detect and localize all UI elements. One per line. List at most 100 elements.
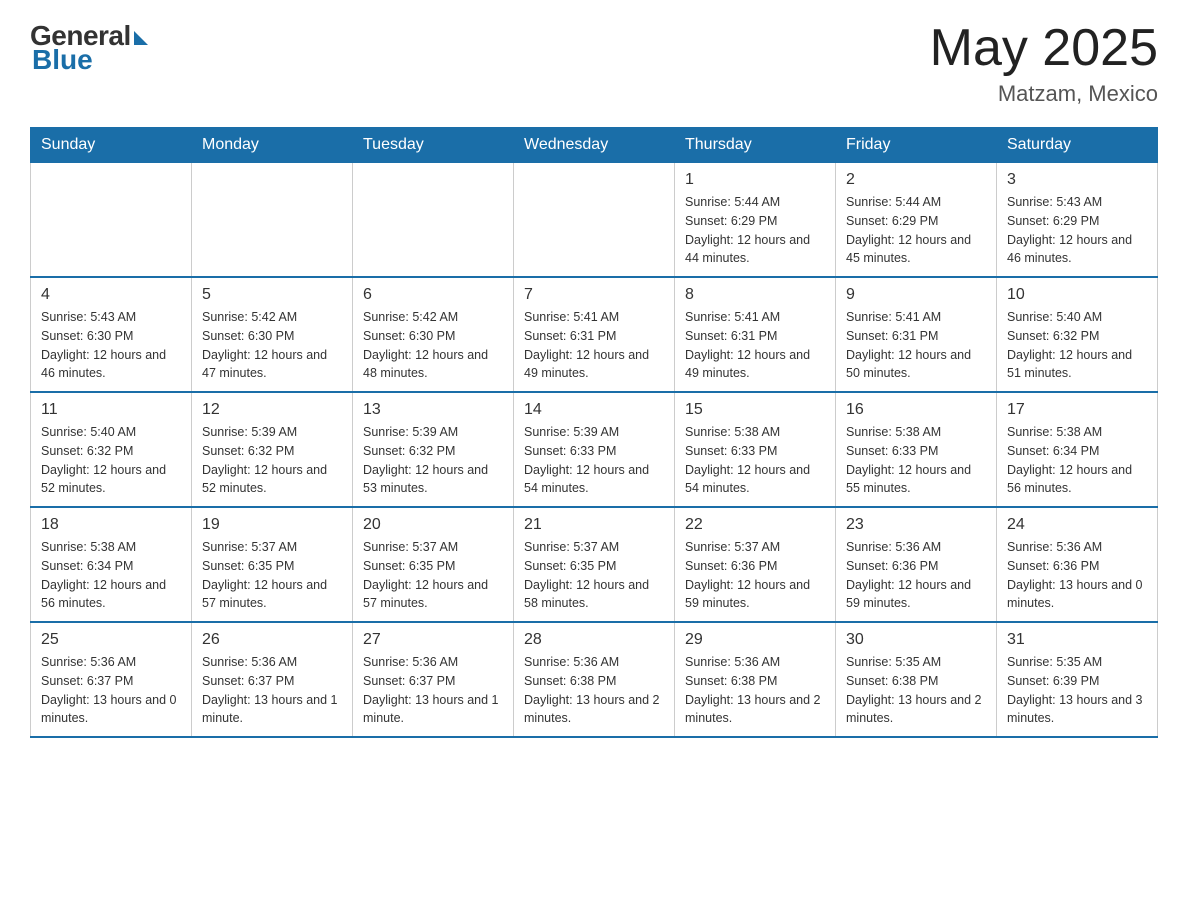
day-number: 7 bbox=[524, 286, 664, 304]
day-info: Sunrise: 5:44 AM Sunset: 6:29 PM Dayligh… bbox=[846, 193, 986, 268]
week-row-5: 25 Sunrise: 5:36 AM Sunset: 6:37 PM Dayli… bbox=[31, 622, 1158, 737]
day-info: Sunrise: 5:42 AM Sunset: 6:30 PM Dayligh… bbox=[202, 308, 342, 383]
day-info: Sunrise: 5:36 AM Sunset: 6:36 PM Dayligh… bbox=[1007, 538, 1147, 613]
day-info: Sunrise: 5:36 AM Sunset: 6:36 PM Dayligh… bbox=[846, 538, 986, 613]
day-number: 26 bbox=[202, 631, 342, 649]
day-number: 5 bbox=[202, 286, 342, 304]
calendar-cell: 7 Sunrise: 5:41 AM Sunset: 6:31 PM Daylig… bbox=[514, 277, 675, 392]
calendar-cell: 27 Sunrise: 5:36 AM Sunset: 6:37 PM Dayli… bbox=[353, 622, 514, 737]
calendar-cell: 29 Sunrise: 5:36 AM Sunset: 6:38 PM Dayli… bbox=[675, 622, 836, 737]
day-number: 1 bbox=[685, 171, 825, 189]
calendar-cell bbox=[192, 163, 353, 278]
logo: General Blue bbox=[30, 20, 148, 76]
calendar-cell: 20Sunrise: 5:37 AM Sunset: 6:35 PM Dayli… bbox=[353, 507, 514, 622]
calendar-cell: 26 Sunrise: 5:36 AM Sunset: 6:37 PM Dayli… bbox=[192, 622, 353, 737]
calendar-cell bbox=[31, 163, 192, 278]
header-sunday: Sunday bbox=[31, 128, 192, 163]
day-info: Sunrise: 5:36 AM Sunset: 6:38 PM Dayligh… bbox=[524, 653, 664, 728]
calendar-cell bbox=[353, 163, 514, 278]
calendar-cell: 3 Sunrise: 5:43 AM Sunset: 6:29 PM Daylig… bbox=[997, 163, 1158, 278]
day-info: Sunrise: 5:35 AM Sunset: 6:38 PM Dayligh… bbox=[846, 653, 986, 728]
calendar-table: SundayMondayTuesdayWednesdayThursdayFrid… bbox=[30, 127, 1158, 738]
calendar-cell: 2 Sunrise: 5:44 AM Sunset: 6:29 PM Daylig… bbox=[836, 163, 997, 278]
day-number: 21 bbox=[524, 516, 664, 534]
day-number: 8 bbox=[685, 286, 825, 304]
calendar-cell: 21 Sunrise: 5:37 AM Sunset: 6:35 PM Dayli… bbox=[514, 507, 675, 622]
day-info: Sunrise: 5:40 AM Sunset: 6:32 PM Dayligh… bbox=[41, 423, 181, 498]
day-info: Sunrise: 5:38 AM Sunset: 6:33 PM Dayligh… bbox=[846, 423, 986, 498]
day-info: Sunrise: 5:41 AM Sunset: 6:31 PM Dayligh… bbox=[685, 308, 825, 383]
day-number: 14 bbox=[524, 401, 664, 419]
day-number: 20 bbox=[363, 516, 503, 534]
page-header: General Blue May 2025 Matzam, Mexico bbox=[30, 20, 1158, 107]
calendar-cell: 25 Sunrise: 5:36 AM Sunset: 6:37 PM Dayli… bbox=[31, 622, 192, 737]
day-info: Sunrise: 5:39 AM Sunset: 6:32 PM Dayligh… bbox=[363, 423, 503, 498]
calendar-header-row: SundayMondayTuesdayWednesdayThursdayFrid… bbox=[31, 128, 1158, 163]
calendar-cell: 16Sunrise: 5:38 AM Sunset: 6:33 PM Dayli… bbox=[836, 392, 997, 507]
calendar-cell: 18Sunrise: 5:38 AM Sunset: 6:34 PM Dayli… bbox=[31, 507, 192, 622]
day-number: 13 bbox=[363, 401, 503, 419]
day-info: Sunrise: 5:37 AM Sunset: 6:35 PM Dayligh… bbox=[202, 538, 342, 613]
calendar-cell: 1 Sunrise: 5:44 AM Sunset: 6:29 PM Daylig… bbox=[675, 163, 836, 278]
logo-blue-text: Blue bbox=[32, 44, 93, 76]
day-number: 12 bbox=[202, 401, 342, 419]
day-number: 30 bbox=[846, 631, 986, 649]
calendar-cell: 10Sunrise: 5:40 AM Sunset: 6:32 PM Dayli… bbox=[997, 277, 1158, 392]
calendar-cell: 19 Sunrise: 5:37 AM Sunset: 6:35 PM Dayli… bbox=[192, 507, 353, 622]
day-info: Sunrise: 5:37 AM Sunset: 6:35 PM Dayligh… bbox=[524, 538, 664, 613]
calendar-cell: 17 Sunrise: 5:38 AM Sunset: 6:34 PM Dayli… bbox=[997, 392, 1158, 507]
day-number: 29 bbox=[685, 631, 825, 649]
calendar-cell: 28 Sunrise: 5:36 AM Sunset: 6:38 PM Dayli… bbox=[514, 622, 675, 737]
day-info: Sunrise: 5:39 AM Sunset: 6:32 PM Dayligh… bbox=[202, 423, 342, 498]
day-number: 27 bbox=[363, 631, 503, 649]
calendar-cell: 23 Sunrise: 5:36 AM Sunset: 6:36 PM Dayli… bbox=[836, 507, 997, 622]
day-info: Sunrise: 5:36 AM Sunset: 6:37 PM Dayligh… bbox=[363, 653, 503, 728]
day-info: Sunrise: 5:43 AM Sunset: 6:29 PM Dayligh… bbox=[1007, 193, 1147, 268]
calendar-cell: 31 Sunrise: 5:35 AM Sunset: 6:39 PM Dayli… bbox=[997, 622, 1158, 737]
calendar-cell: 14Sunrise: 5:39 AM Sunset: 6:33 PM Dayli… bbox=[514, 392, 675, 507]
calendar-cell: 13 Sunrise: 5:39 AM Sunset: 6:32 PM Dayli… bbox=[353, 392, 514, 507]
day-number: 2 bbox=[846, 171, 986, 189]
calendar-cell: 6 Sunrise: 5:42 AM Sunset: 6:30 PM Daylig… bbox=[353, 277, 514, 392]
day-number: 23 bbox=[846, 516, 986, 534]
title-block: May 2025 Matzam, Mexico bbox=[930, 20, 1158, 107]
week-row-4: 18Sunrise: 5:38 AM Sunset: 6:34 PM Dayli… bbox=[31, 507, 1158, 622]
calendar-cell: 22Sunrise: 5:37 AM Sunset: 6:36 PM Dayli… bbox=[675, 507, 836, 622]
day-number: 6 bbox=[363, 286, 503, 304]
day-number: 25 bbox=[41, 631, 181, 649]
day-info: Sunrise: 5:35 AM Sunset: 6:39 PM Dayligh… bbox=[1007, 653, 1147, 728]
day-number: 24 bbox=[1007, 516, 1147, 534]
header-friday: Friday bbox=[836, 128, 997, 163]
calendar-cell: 9 Sunrise: 5:41 AM Sunset: 6:31 PM Daylig… bbox=[836, 277, 997, 392]
calendar-cell bbox=[514, 163, 675, 278]
day-info: Sunrise: 5:36 AM Sunset: 6:38 PM Dayligh… bbox=[685, 653, 825, 728]
day-number: 17 bbox=[1007, 401, 1147, 419]
day-info: Sunrise: 5:44 AM Sunset: 6:29 PM Dayligh… bbox=[685, 193, 825, 268]
day-number: 19 bbox=[202, 516, 342, 534]
day-info: Sunrise: 5:38 AM Sunset: 6:34 PM Dayligh… bbox=[1007, 423, 1147, 498]
calendar-cell: 11Sunrise: 5:40 AM Sunset: 6:32 PM Dayli… bbox=[31, 392, 192, 507]
day-number: 9 bbox=[846, 286, 986, 304]
day-info: Sunrise: 5:36 AM Sunset: 6:37 PM Dayligh… bbox=[41, 653, 181, 728]
day-info: Sunrise: 5:41 AM Sunset: 6:31 PM Dayligh… bbox=[846, 308, 986, 383]
calendar-cell: 15Sunrise: 5:38 AM Sunset: 6:33 PM Dayli… bbox=[675, 392, 836, 507]
day-info: Sunrise: 5:38 AM Sunset: 6:33 PM Dayligh… bbox=[685, 423, 825, 498]
week-row-3: 11Sunrise: 5:40 AM Sunset: 6:32 PM Dayli… bbox=[31, 392, 1158, 507]
header-saturday: Saturday bbox=[997, 128, 1158, 163]
day-number: 18 bbox=[41, 516, 181, 534]
day-number: 31 bbox=[1007, 631, 1147, 649]
day-info: Sunrise: 5:43 AM Sunset: 6:30 PM Dayligh… bbox=[41, 308, 181, 383]
day-info: Sunrise: 5:42 AM Sunset: 6:30 PM Dayligh… bbox=[363, 308, 503, 383]
calendar-cell: 24 Sunrise: 5:36 AM Sunset: 6:36 PM Dayli… bbox=[997, 507, 1158, 622]
day-info: Sunrise: 5:41 AM Sunset: 6:31 PM Dayligh… bbox=[524, 308, 664, 383]
day-number: 4 bbox=[41, 286, 181, 304]
calendar-cell: 30 Sunrise: 5:35 AM Sunset: 6:38 PM Dayli… bbox=[836, 622, 997, 737]
week-row-1: 1 Sunrise: 5:44 AM Sunset: 6:29 PM Daylig… bbox=[31, 163, 1158, 278]
calendar-cell: 12 Sunrise: 5:39 AM Sunset: 6:32 PM Dayli… bbox=[192, 392, 353, 507]
header-wednesday: Wednesday bbox=[514, 128, 675, 163]
day-info: Sunrise: 5:36 AM Sunset: 6:37 PM Dayligh… bbox=[202, 653, 342, 728]
header-thursday: Thursday bbox=[675, 128, 836, 163]
day-number: 28 bbox=[524, 631, 664, 649]
header-monday: Monday bbox=[192, 128, 353, 163]
day-number: 3 bbox=[1007, 171, 1147, 189]
